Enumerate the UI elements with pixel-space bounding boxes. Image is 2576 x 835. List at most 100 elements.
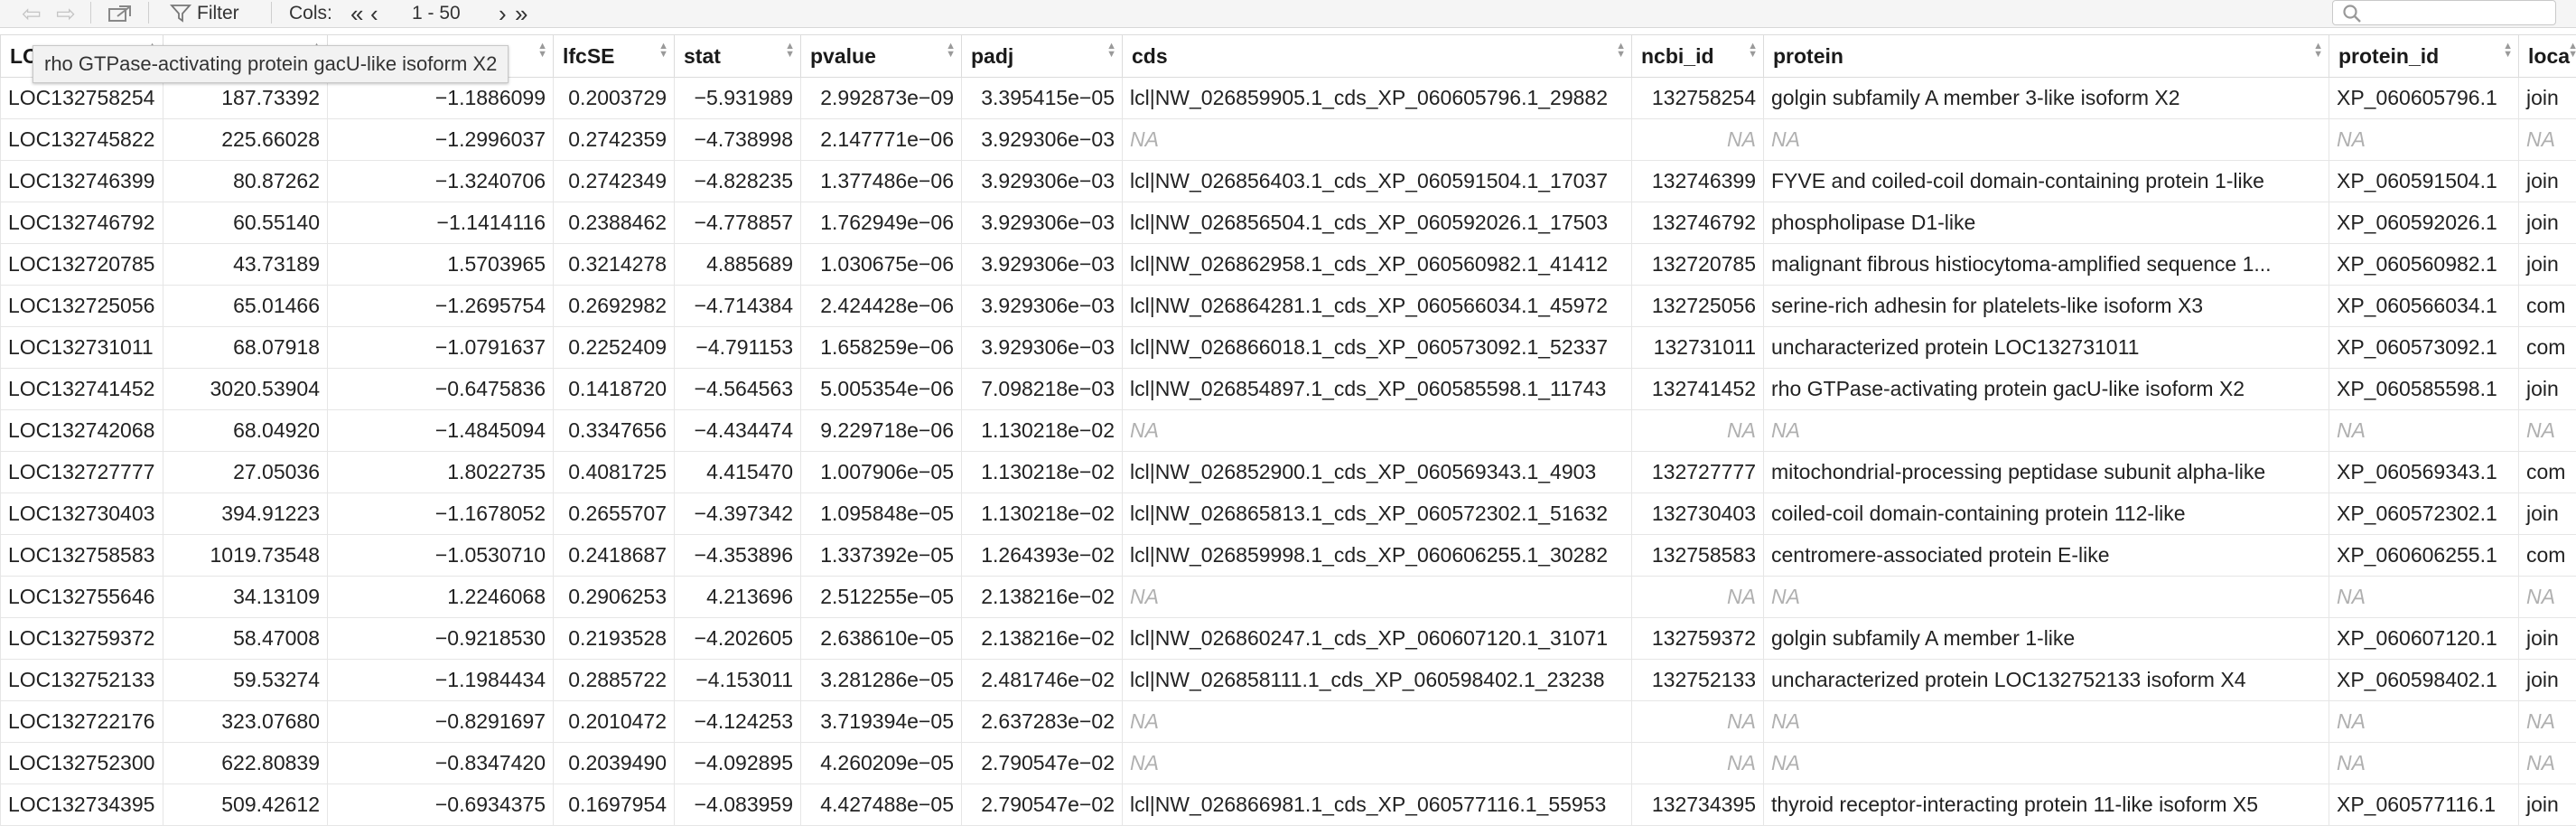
table-cell: 0.2252409 bbox=[553, 326, 675, 369]
sort-arrows-icon[interactable]: ▲▼ bbox=[785, 42, 795, 60]
table-cell: 132758254 bbox=[1631, 77, 1764, 119]
table-cell: 132741452 bbox=[1631, 368, 1764, 410]
search-box[interactable] bbox=[2332, 0, 2556, 25]
table-cell: join bbox=[2518, 368, 2576, 410]
table-cell: −4.738998 bbox=[674, 118, 801, 161]
sort-arrows-icon[interactable]: ▲▼ bbox=[537, 42, 547, 60]
table-cell: 0.1697954 bbox=[553, 783, 675, 826]
cols-range-label: 1 - 50 bbox=[412, 3, 461, 23]
table-cell: −4.353896 bbox=[674, 534, 801, 577]
table-cell: join bbox=[2518, 659, 2576, 701]
column-header[interactable]: cds ▲ ▼ bbox=[1122, 34, 1632, 78]
table-row[interactable]: LOC132746792 60.55140 −1.1414116 0.2388462−… bbox=[0, 202, 2576, 244]
sort-arrows-icon[interactable]: ▲▼ bbox=[1616, 42, 1626, 60]
table-cell: LOC132755646 bbox=[0, 576, 163, 618]
column-header[interactable]: protein ▲ ▼ bbox=[1763, 34, 2329, 78]
search-input[interactable] bbox=[2367, 3, 2552, 23]
table-cell: XP_060585598.1 bbox=[2329, 368, 2519, 410]
table-cell: 9.229718e−06 bbox=[800, 409, 962, 452]
table-row[interactable]: LOC132746399 80.87262 −1.3240706 0.2742349−… bbox=[0, 160, 2576, 202]
table-row[interactable]: LOC132752133 59.53274 −1.1984434 0.2885722−… bbox=[0, 659, 2576, 701]
sort-arrows-icon[interactable]: ▲▼ bbox=[658, 42, 668, 60]
table-cell: lcl|NW_026854897.1_cds_XP_060585598.1_11… bbox=[1122, 368, 1632, 410]
table-row[interactable]: LOC132720785 43.73189 1.5703965 0.3214278 4.… bbox=[0, 243, 2576, 286]
table-row[interactable]: LOC132758583 1019.73548 −1.0530710 0.241868… bbox=[0, 534, 2576, 577]
table-cell: phospholipase D1-like bbox=[1763, 202, 2329, 244]
table-cell: lcl|NW_026856403.1_cds_XP_060591504.1_17… bbox=[1122, 160, 1632, 202]
table-row[interactable]: LOC132755646 34.13109 1.2246068 0.2906253 4.… bbox=[0, 576, 2576, 618]
table-cell: serine-rich adhesin for platelets-like i… bbox=[1763, 285, 2329, 327]
table-cell: 4.415470 bbox=[674, 451, 801, 493]
table-cell: join bbox=[2518, 160, 2576, 202]
filter-button[interactable]: Filter bbox=[170, 0, 239, 27]
column-header[interactable]: loca▲▼ bbox=[2518, 34, 2576, 78]
table-cell: NA bbox=[2518, 576, 2576, 618]
table-cell: 132727777 bbox=[1631, 451, 1764, 493]
table-row[interactable]: LOC132731011 68.07918 −1.0791637 0.2252409−… bbox=[0, 326, 2576, 369]
sort-arrows-icon[interactable]: ▲▼ bbox=[2503, 42, 2513, 60]
table-row[interactable]: LOC132722176 323.07680 −0.8291697 0.2010472… bbox=[0, 700, 2576, 743]
table-cell: 2.790547e−02 bbox=[961, 742, 1123, 784]
table-cell: com bbox=[2518, 326, 2576, 369]
table-cell: uncharacterized protein LOC132731011 bbox=[1763, 326, 2329, 369]
table-cell: 80.87262 bbox=[163, 160, 328, 202]
table-cell: −1.2695754 bbox=[327, 285, 554, 327]
toolbar-divider bbox=[90, 2, 91, 23]
table-cell: 2.790547e−02 bbox=[961, 783, 1123, 826]
table-cell: XP_060598402.1 bbox=[2329, 659, 2519, 701]
table-row[interactable]: LOC132734395 509.42612 −0.6934375 0.1697954… bbox=[0, 783, 2576, 826]
table-cell: 68.07918 bbox=[163, 326, 328, 369]
table-row[interactable]: LOC132741452 3020.53904 −0.6475836 0.141872… bbox=[0, 368, 2576, 410]
table-cell: 1.762949e−06 bbox=[800, 202, 962, 244]
table-cell: LOC132752133 bbox=[0, 659, 163, 701]
column-header-label: ncbi_id bbox=[1641, 43, 1714, 68]
table-cell: join bbox=[2518, 617, 2576, 660]
table-cell: NA bbox=[1631, 409, 1764, 452]
cols-prev-button[interactable]: ‹ bbox=[370, 0, 378, 27]
table-cell: 2.638610e−05 bbox=[800, 617, 962, 660]
table-cell: join bbox=[2518, 783, 2576, 826]
table-cell: 0.2885722 bbox=[553, 659, 675, 701]
table-cell: NA bbox=[1122, 409, 1632, 452]
table-cell: 132746792 bbox=[1631, 202, 1764, 244]
cols-next-button[interactable]: › bbox=[499, 0, 507, 27]
table-cell: NA bbox=[2329, 118, 2519, 161]
sort-arrows-icon[interactable]: ▲▼ bbox=[1106, 42, 1116, 60]
table-cell: −5.931989 bbox=[674, 77, 801, 119]
table-row[interactable]: LOC132759372 58.47008 −0.9218530 0.2193528−… bbox=[0, 617, 2576, 660]
table-row[interactable]: LOC132758254 187.73392 −1.1886099 0.2003729… bbox=[0, 77, 2576, 119]
sort-arrows-icon[interactable]: ▲▼ bbox=[2313, 42, 2323, 60]
column-header[interactable]: protein_id ▲ ▼ bbox=[2329, 34, 2519, 78]
table-cell: 68.04920 bbox=[163, 409, 328, 452]
column-header[interactable]: padj ▲ ▼ bbox=[961, 34, 1123, 78]
sort-arrows-icon[interactable]: ▲▼ bbox=[946, 42, 956, 60]
table-row[interactable]: LOC132727777 27.05036 1.8022735 0.4081725 4.… bbox=[0, 451, 2576, 493]
column-header[interactable]: ncbi_id ▲ ▼ bbox=[1631, 34, 1764, 78]
pop-out-icon[interactable] bbox=[107, 0, 134, 27]
table-cell: −1.2996037 bbox=[327, 118, 554, 161]
table-cell: LOC132734395 bbox=[0, 783, 163, 826]
table-cell: −4.791153 bbox=[674, 326, 801, 369]
table-cell: XP_060569343.1 bbox=[2329, 451, 2519, 493]
forward-arrow-icon[interactable]: ⇨ bbox=[56, 0, 76, 27]
table-row[interactable]: LOC132742068 68.04920 −1.4845094 0.3347656−… bbox=[0, 409, 2576, 452]
table-row[interactable]: LOC132745822 225.66028 −1.2996037 0.2742359… bbox=[0, 118, 2576, 161]
sort-arrows-icon[interactable]: ▲▼ bbox=[1748, 42, 1758, 60]
column-header[interactable]: stat ▲ ▼ bbox=[674, 34, 801, 78]
table-cell: 59.53274 bbox=[163, 659, 328, 701]
table-cell: −4.714384 bbox=[674, 285, 801, 327]
table-cell: 65.01466 bbox=[163, 285, 328, 327]
back-arrow-icon[interactable]: ⇦ bbox=[22, 0, 42, 27]
column-header[interactable]: pvalue ▲ ▼ bbox=[800, 34, 962, 78]
table-cell: 3.719394e−05 bbox=[800, 700, 962, 743]
table-row[interactable]: LOC132725056 65.01466 −1.2695754 0.2692982−… bbox=[0, 285, 2576, 327]
cols-last-button[interactable]: » bbox=[515, 0, 527, 27]
table-cell: LOC132752300 bbox=[0, 742, 163, 784]
table-row[interactable]: LOC132752300 622.80839 −0.8347420 0.2039490… bbox=[0, 742, 2576, 784]
table-row[interactable]: LOC132730403 394.91223 −1.1678052 0.2655707… bbox=[0, 493, 2576, 535]
column-header[interactable]: lfcSE ▲ ▼ bbox=[553, 34, 675, 78]
table-cell: 132734395 bbox=[1631, 783, 1764, 826]
cols-first-button[interactable]: « bbox=[350, 0, 363, 27]
sort-arrows-icon[interactable]: ▲▼ bbox=[2568, 42, 2576, 60]
table-cell: 4.427488e−05 bbox=[800, 783, 962, 826]
